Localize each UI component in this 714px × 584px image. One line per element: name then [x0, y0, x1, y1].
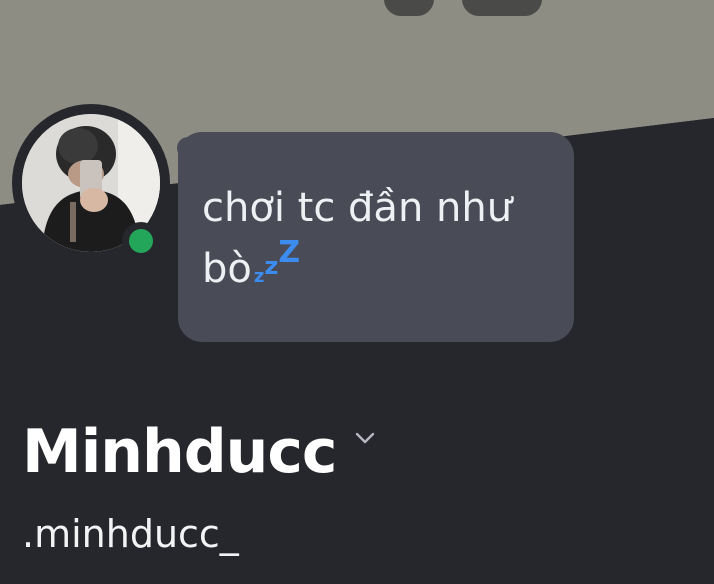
thought-bubble-dot-medium — [200, 150, 234, 182]
thought-bubble-dot-small — [177, 137, 199, 159]
custom-status-bubble[interactable]: chơi tc đần như bò z z Z — [178, 132, 574, 342]
banner-decoration — [462, 0, 542, 16]
custom-status-line-2-text: bò — [202, 246, 252, 292]
custom-status-line-1: chơi tc đần như — [202, 185, 513, 231]
sleeping-zzz-icon: zzZ — [254, 235, 301, 286]
display-name: Minhducc — [22, 417, 337, 487]
chevron-down-icon[interactable] — [355, 429, 375, 448]
zzz-medium: z — [264, 252, 279, 280]
username: .minhducc_ — [22, 512, 239, 556]
zzz-small: z — [253, 266, 265, 287]
zzz-large: Z — [278, 235, 301, 270]
banner-decoration — [384, 0, 434, 16]
custom-status-line-2: bò z z Z — [202, 238, 550, 299]
online-status-indicator — [122, 222, 160, 260]
display-name-row[interactable]: Minhducc — [22, 412, 375, 492]
custom-status-text: chơi tc đần như bò z z Z — [202, 178, 550, 299]
